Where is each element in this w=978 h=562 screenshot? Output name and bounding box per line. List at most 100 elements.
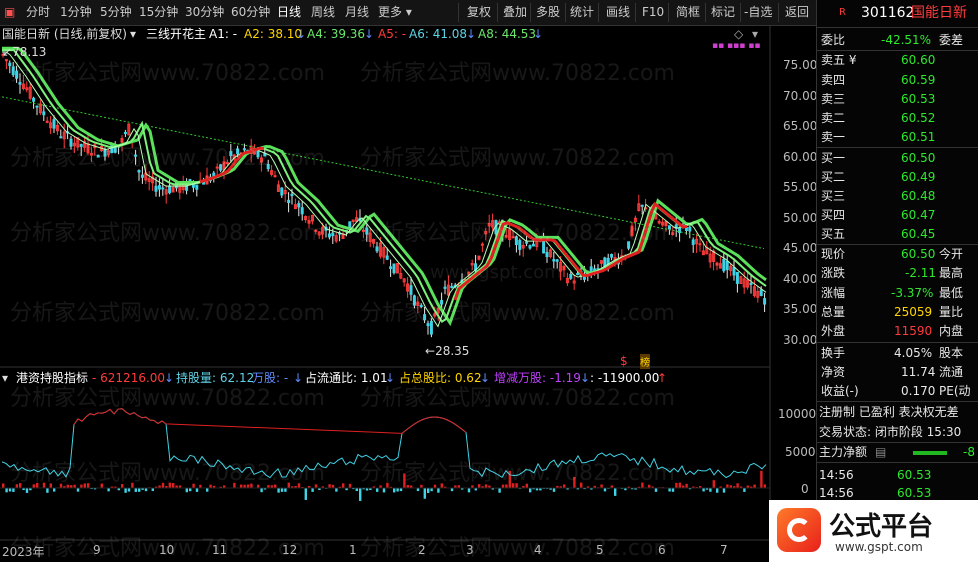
overlay-button[interactable]: 叠加	[503, 4, 527, 21]
ask-price: 60.53	[901, 92, 936, 106]
ask-row[interactable]: 卖一 60.51	[817, 128, 978, 146]
logo-url: www.gspt.com	[835, 540, 923, 554]
arrow-down-icon: ↓	[364, 27, 375, 41]
candle-body	[236, 148, 240, 155]
ask-row[interactable]: 卖二 60.52	[817, 109, 978, 127]
candle-body	[528, 245, 532, 249]
indicator-line	[1, 408, 767, 479]
indicator-bar	[53, 488, 56, 492]
stat-value: 4.05%	[894, 346, 933, 360]
price-tick-label: 65.00	[783, 119, 818, 133]
indicator-bar	[359, 488, 362, 501]
candle-body	[576, 273, 580, 276]
indicator-v6: 增减万股: -1.19	[494, 371, 581, 385]
indicator-bar	[552, 488, 556, 492]
weibi-row: 委比 -42.51% 委差	[817, 31, 978, 49]
flags-text: 注册制 已盈利 表决权无差	[819, 405, 959, 419]
indicator-bar	[195, 488, 199, 492]
tab-daily[interactable]: 日线	[277, 4, 301, 21]
tab-more[interactable]: 更多 ▾	[378, 4, 412, 21]
ask-row[interactable]: 卖五 ¥ 60.60	[817, 51, 978, 69]
ask-label: 卖三	[821, 92, 846, 106]
indicator-bar	[277, 488, 280, 493]
candle-body	[725, 260, 729, 271]
tab-weekly[interactable]: 周线	[311, 4, 335, 21]
mark-button[interactable]: 标记	[711, 4, 735, 21]
tab-15min[interactable]: 15分钟	[139, 4, 178, 21]
stat-label: 净资	[821, 365, 846, 379]
main-flow-row[interactable]: 主力净额 ▤ -8	[817, 443, 978, 461]
watchlist-button[interactable]: -自选	[744, 4, 772, 21]
bid-row[interactable]: 买四 60.47	[817, 206, 978, 224]
ask-label: 卖四	[821, 73, 846, 87]
tab-monthly[interactable]: 月线	[345, 4, 369, 21]
candle-body	[531, 243, 535, 247]
candle-body	[552, 259, 556, 262]
stat-label: 收益(-)	[821, 384, 859, 398]
quote-row: 涨跌 -2.11 最高	[817, 264, 978, 282]
main-flow-value: -8	[963, 445, 975, 459]
stock-title-row: R 301162 国能日新	[817, 4, 978, 22]
bid-price: 60.50	[901, 151, 936, 165]
tab-5min[interactable]: 5分钟	[100, 4, 132, 21]
candle-body	[419, 305, 423, 308]
bid-row[interactable]: 买二 60.49	[817, 168, 978, 186]
dollar-icon: $	[620, 354, 628, 368]
series-a5: A5: -	[378, 27, 407, 41]
indicator-bar	[12, 488, 15, 492]
stat-label2: 流通	[939, 365, 964, 379]
candle-body	[365, 227, 369, 235]
stats-button[interactable]: 统计	[570, 4, 594, 21]
simple-frame-button[interactable]: 简框	[676, 4, 700, 21]
date-label: 5	[596, 543, 604, 557]
indicator-bar	[403, 473, 406, 489]
arrow-down-icon: ↓	[293, 371, 304, 385]
candle-body	[15, 70, 19, 79]
indicator-bar	[743, 488, 746, 492]
candle-body	[123, 132, 127, 135]
candle-body	[331, 232, 335, 237]
candle-body	[32, 97, 36, 102]
menu-icon[interactable]: ▣	[4, 4, 15, 21]
indicator-name[interactable]: 港资持股指标	[16, 370, 88, 386]
multi-stock-button[interactable]: 多股	[536, 4, 560, 21]
candle-body	[154, 185, 158, 192]
date-label: 10	[159, 543, 175, 557]
indicator-toggle-icon[interactable]: ▾	[2, 370, 8, 386]
back-button[interactable]: 返回	[785, 4, 809, 21]
bid-row[interactable]: 买一 60.50	[817, 149, 978, 167]
candle-body	[429, 320, 433, 335]
tab-30min[interactable]: 30分钟	[185, 4, 224, 21]
draw-line-button[interactable]: 画线	[606, 4, 630, 21]
indicator-bar	[311, 488, 314, 492]
tick-price: 60.53	[897, 468, 932, 482]
tab-fenshi[interactable]: 分时	[26, 4, 50, 21]
bid-row[interactable]: 买五 60.45	[817, 225, 978, 243]
ask-row[interactable]: 卖四 60.59	[817, 71, 978, 89]
quote-row: 涨幅 -3.37% 最低	[817, 284, 978, 302]
tab-60min[interactable]: 60分钟	[231, 4, 270, 21]
formula-toggle-icon[interactable]: ▾	[130, 26, 136, 42]
fuquan-button[interactable]: 复权	[467, 4, 491, 21]
indicator-tick-label: 10000	[778, 407, 817, 421]
ask-row[interactable]: 卖三 60.53	[817, 90, 978, 108]
date-label: 9	[93, 543, 101, 557]
indicator-bar	[46, 488, 49, 493]
indicator-bar	[654, 488, 658, 492]
quote-label: 总量	[821, 305, 846, 319]
tab-more-label: 更多	[378, 5, 403, 19]
price-tick-label: 55.00	[783, 180, 818, 194]
tab-1min[interactable]: 1分钟	[60, 4, 92, 21]
quote-label2: 量比	[939, 305, 964, 319]
bid-price: 60.48	[901, 189, 936, 203]
quote-value: -3.37%	[891, 286, 934, 300]
tick-time: 14:56	[819, 468, 854, 482]
f10-button[interactable]: F10	[642, 4, 664, 21]
bid-row[interactable]: 买三 60.48	[817, 187, 978, 205]
series-a2: A2: 38.10	[244, 27, 303, 41]
indicator-v2: 持股量: 62.12	[176, 371, 255, 385]
quote-label2: 最低	[939, 286, 964, 300]
formula-name[interactable]: 三线开花主	[146, 26, 206, 42]
candle-body	[348, 221, 352, 228]
candle-body	[423, 314, 427, 321]
